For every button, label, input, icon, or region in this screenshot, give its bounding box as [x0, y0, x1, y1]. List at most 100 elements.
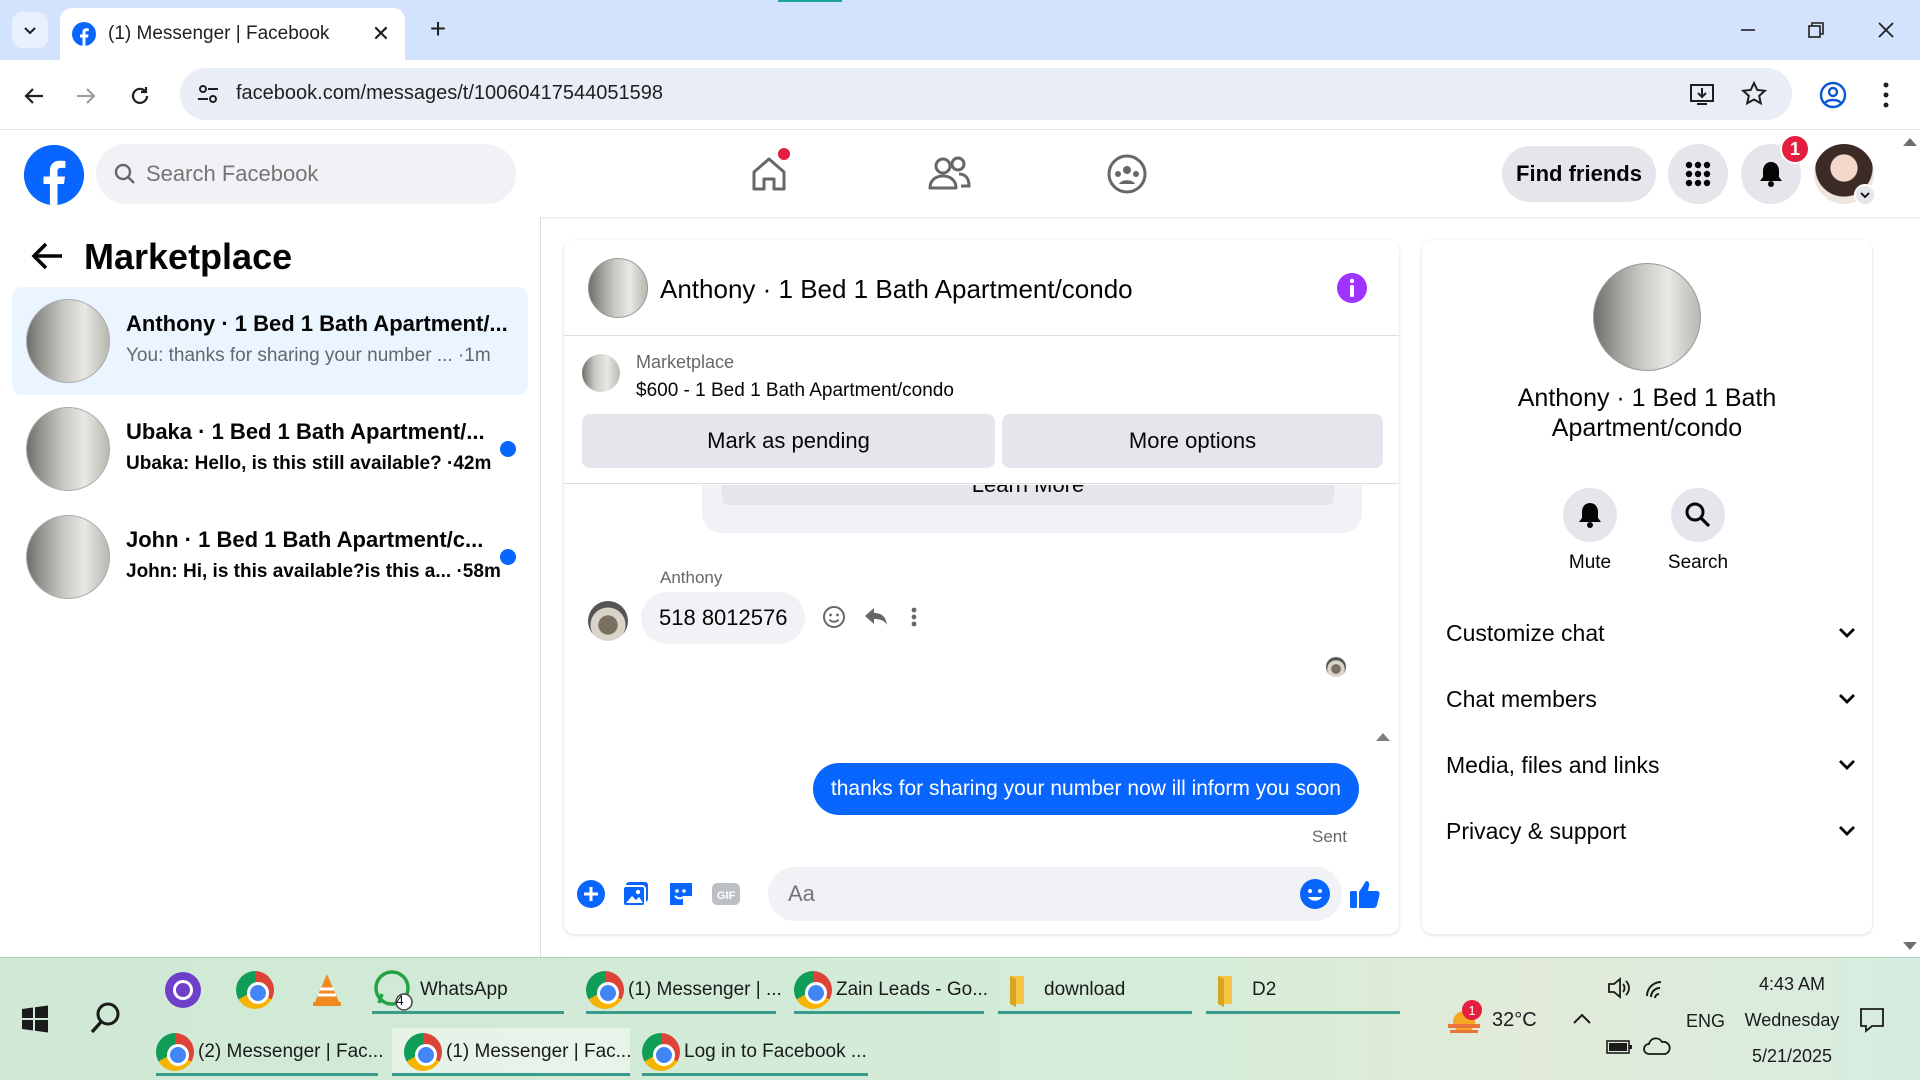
find-friends-button[interactable]: Find friends [1502, 146, 1656, 202]
gif-icon[interactable]: GIF [709, 877, 743, 911]
contact-name: Anthony · 1 Bed 1 Bath Apartment/condo [1422, 383, 1872, 443]
close-window-button[interactable] [1866, 14, 1906, 46]
outgoing-message[interactable]: thanks for sharing your number now ill i… [812, 763, 1359, 815]
clock-time[interactable]: 4:43 AM [1752, 974, 1832, 995]
reload-icon[interactable] [124, 80, 156, 112]
like-thumbs-up-icon[interactable] [1348, 877, 1382, 911]
clock-day[interactable]: Wednesday [1736, 1010, 1848, 1031]
groups-icon[interactable] [1103, 150, 1151, 198]
omnibox[interactable]: facebook.com/messages/t/1006041754405159… [180, 68, 1792, 120]
contact-avatar[interactable] [1593, 263, 1701, 371]
download-folder-taskbar-button[interactable]: download [998, 966, 1192, 1014]
incoming-message[interactable]: 518 8012576 [641, 592, 806, 644]
photo-icon[interactable] [619, 877, 653, 911]
media-files-links-row[interactable]: Media, files and links [1446, 743, 1856, 787]
friends-icon[interactable] [925, 150, 973, 198]
account-chevron-down-icon[interactable] [1854, 184, 1876, 206]
chat-avatar[interactable] [588, 258, 648, 318]
taskbar-label: Zain Leads - Go... [836, 979, 989, 1000]
learn-more-button[interactable]: Learn More [722, 485, 1334, 505]
github-desktop-taskbar-icon[interactable] [164, 966, 202, 1014]
wifi-icon[interactable] [1644, 976, 1670, 1000]
message-input[interactable] [788, 867, 1258, 921]
taskbar-search-icon[interactable] [88, 1000, 124, 1036]
chat-panel: Anthony · 1 Bed 1 Bath Apartment/condo M… [564, 240, 1399, 934]
d2-folder-taskbar-button[interactable]: D2 [1206, 966, 1400, 1014]
volume-icon[interactable] [1606, 976, 1632, 1000]
marketplace-listing-box: Marketplace $600 - 1 Bed 1 Bath Apartmen… [564, 336, 1399, 484]
chat-members-row[interactable]: Chat members [1446, 677, 1856, 721]
temperature[interactable]: 32°C [1492, 1009, 1537, 1032]
notification-center-icon[interactable] [1858, 1006, 1886, 1034]
mute-button[interactable]: Mute [1545, 488, 1635, 574]
sticker-icon[interactable] [664, 877, 698, 911]
info-icon[interactable] [1336, 272, 1368, 304]
sender-avatar[interactable] [588, 601, 628, 641]
conversation-item-john[interactable]: John · 1 Bed 1 Bath Apartment/c... John:… [12, 503, 528, 611]
search-icon [1685, 502, 1711, 528]
plus-circle-icon[interactable] [574, 877, 608, 911]
bell-icon [1579, 503, 1601, 528]
weather-badge: 1 [1462, 1000, 1482, 1020]
clock-date[interactable]: 5/21/2025 [1736, 1046, 1848, 1067]
chrome-taskbar-icon[interactable] [236, 966, 274, 1014]
chrome-menu-icon[interactable] [1880, 80, 1892, 110]
contact-name-line2: Apartment/condo [1551, 414, 1743, 442]
restore-button[interactable] [1796, 14, 1836, 46]
browser-tab-active[interactable]: (1) Messenger | Facebook ✕ [60, 8, 405, 60]
page-scroll-up-arrow[interactable] [1903, 138, 1917, 146]
tab-search-icon[interactable] [12, 12, 48, 48]
listing-thumbnail[interactable] [582, 354, 620, 392]
more-vertical-icon[interactable] [904, 603, 924, 631]
menu-grid-icon[interactable] [1668, 144, 1728, 204]
zain-leads-taskbar-button[interactable]: Zain Leads - Go... [794, 966, 988, 1014]
onedrive-cloud-icon[interactable] [1642, 1036, 1672, 1056]
scroll-up-arrow[interactable] [1376, 733, 1390, 741]
messenger-1-taskbar-button[interactable]: (1) Messenger | ... [586, 966, 782, 1014]
back-arrow-icon[interactable] [30, 240, 64, 272]
url-text[interactable]: facebook.com/messages/t/1006041754405159… [236, 82, 663, 105]
reply-icon[interactable] [862, 603, 890, 631]
page-scroll-down-arrow[interactable] [1903, 942, 1917, 950]
taskbar-label: (1) Messenger | Fac... [446, 1041, 632, 1062]
whatsapp-taskbar-button[interactable]: 4 WhatsApp [372, 966, 564, 1014]
section-label: Customize chat [1446, 619, 1605, 646]
windows-start-icon[interactable] [20, 1004, 50, 1034]
forward-icon[interactable] [70, 80, 102, 112]
chat-title[interactable]: Anthony · 1 Bed 1 Bath Apartment/condo [660, 274, 1133, 305]
mark-as-pending-button[interactable]: Mark as pending [582, 414, 995, 468]
react-emoji-icon[interactable] [820, 603, 848, 631]
sender-name: Anthony [660, 568, 723, 587]
privacy-support-row[interactable]: Privacy & support [1446, 809, 1856, 853]
messenger-1b-taskbar-button[interactable]: (1) Messenger | Fac... [392, 1028, 632, 1076]
tab-close-icon[interactable]: ✕ [369, 21, 393, 47]
customize-chat-row[interactable]: Customize chat [1446, 611, 1856, 655]
vlc-taskbar-icon[interactable] [308, 966, 346, 1014]
more-options-button[interactable]: More options [1002, 414, 1383, 468]
chevron-down-icon [1839, 694, 1855, 704]
bookmark-star-icon[interactable] [1740, 80, 1768, 108]
new-tab-button[interactable]: + [422, 14, 454, 46]
battery-icon[interactable] [1606, 1038, 1634, 1056]
search-in-chat-button[interactable]: Search [1653, 488, 1743, 574]
emoji-icon[interactable] [1298, 877, 1332, 911]
listing-title[interactable]: $600 - 1 Bed 1 Bath Apartment/condo [636, 380, 954, 402]
message-input-box[interactable] [768, 867, 1342, 921]
input-language[interactable]: ENG [1686, 1011, 1725, 1032]
facebook-search[interactable] [96, 144, 516, 204]
tray-chevron-up-icon[interactable] [1572, 1012, 1592, 1026]
facebook-logo-icon[interactable] [24, 145, 84, 205]
install-app-icon[interactable] [1688, 80, 1716, 108]
minimize-button[interactable] [1728, 14, 1768, 46]
login-facebook-taskbar-button[interactable]: Log in to Facebook ... [642, 1028, 868, 1076]
conversation-item-anthony[interactable]: Anthony · 1 Bed 1 Bath Apartment/... You… [12, 287, 528, 395]
site-info-icon[interactable] [194, 80, 222, 108]
conversation-item-ubaka[interactable]: Ubaka · 1 Bed 1 Bath Apartment/... Ubaka… [12, 395, 528, 503]
messenger-2-taskbar-button[interactable]: (2) Messenger | Fac... [156, 1028, 384, 1076]
taskbar-label: Log in to Facebook ... [684, 1041, 867, 1062]
contact-name-line1: Anthony · 1 Bed 1 Bath [1517, 384, 1777, 412]
search-input[interactable] [146, 161, 476, 187]
conversation-snippet: John: Hi, is this available?is this a...… [126, 561, 501, 582]
back-icon[interactable] [18, 80, 50, 112]
chrome-profile-icon[interactable] [1818, 80, 1848, 110]
